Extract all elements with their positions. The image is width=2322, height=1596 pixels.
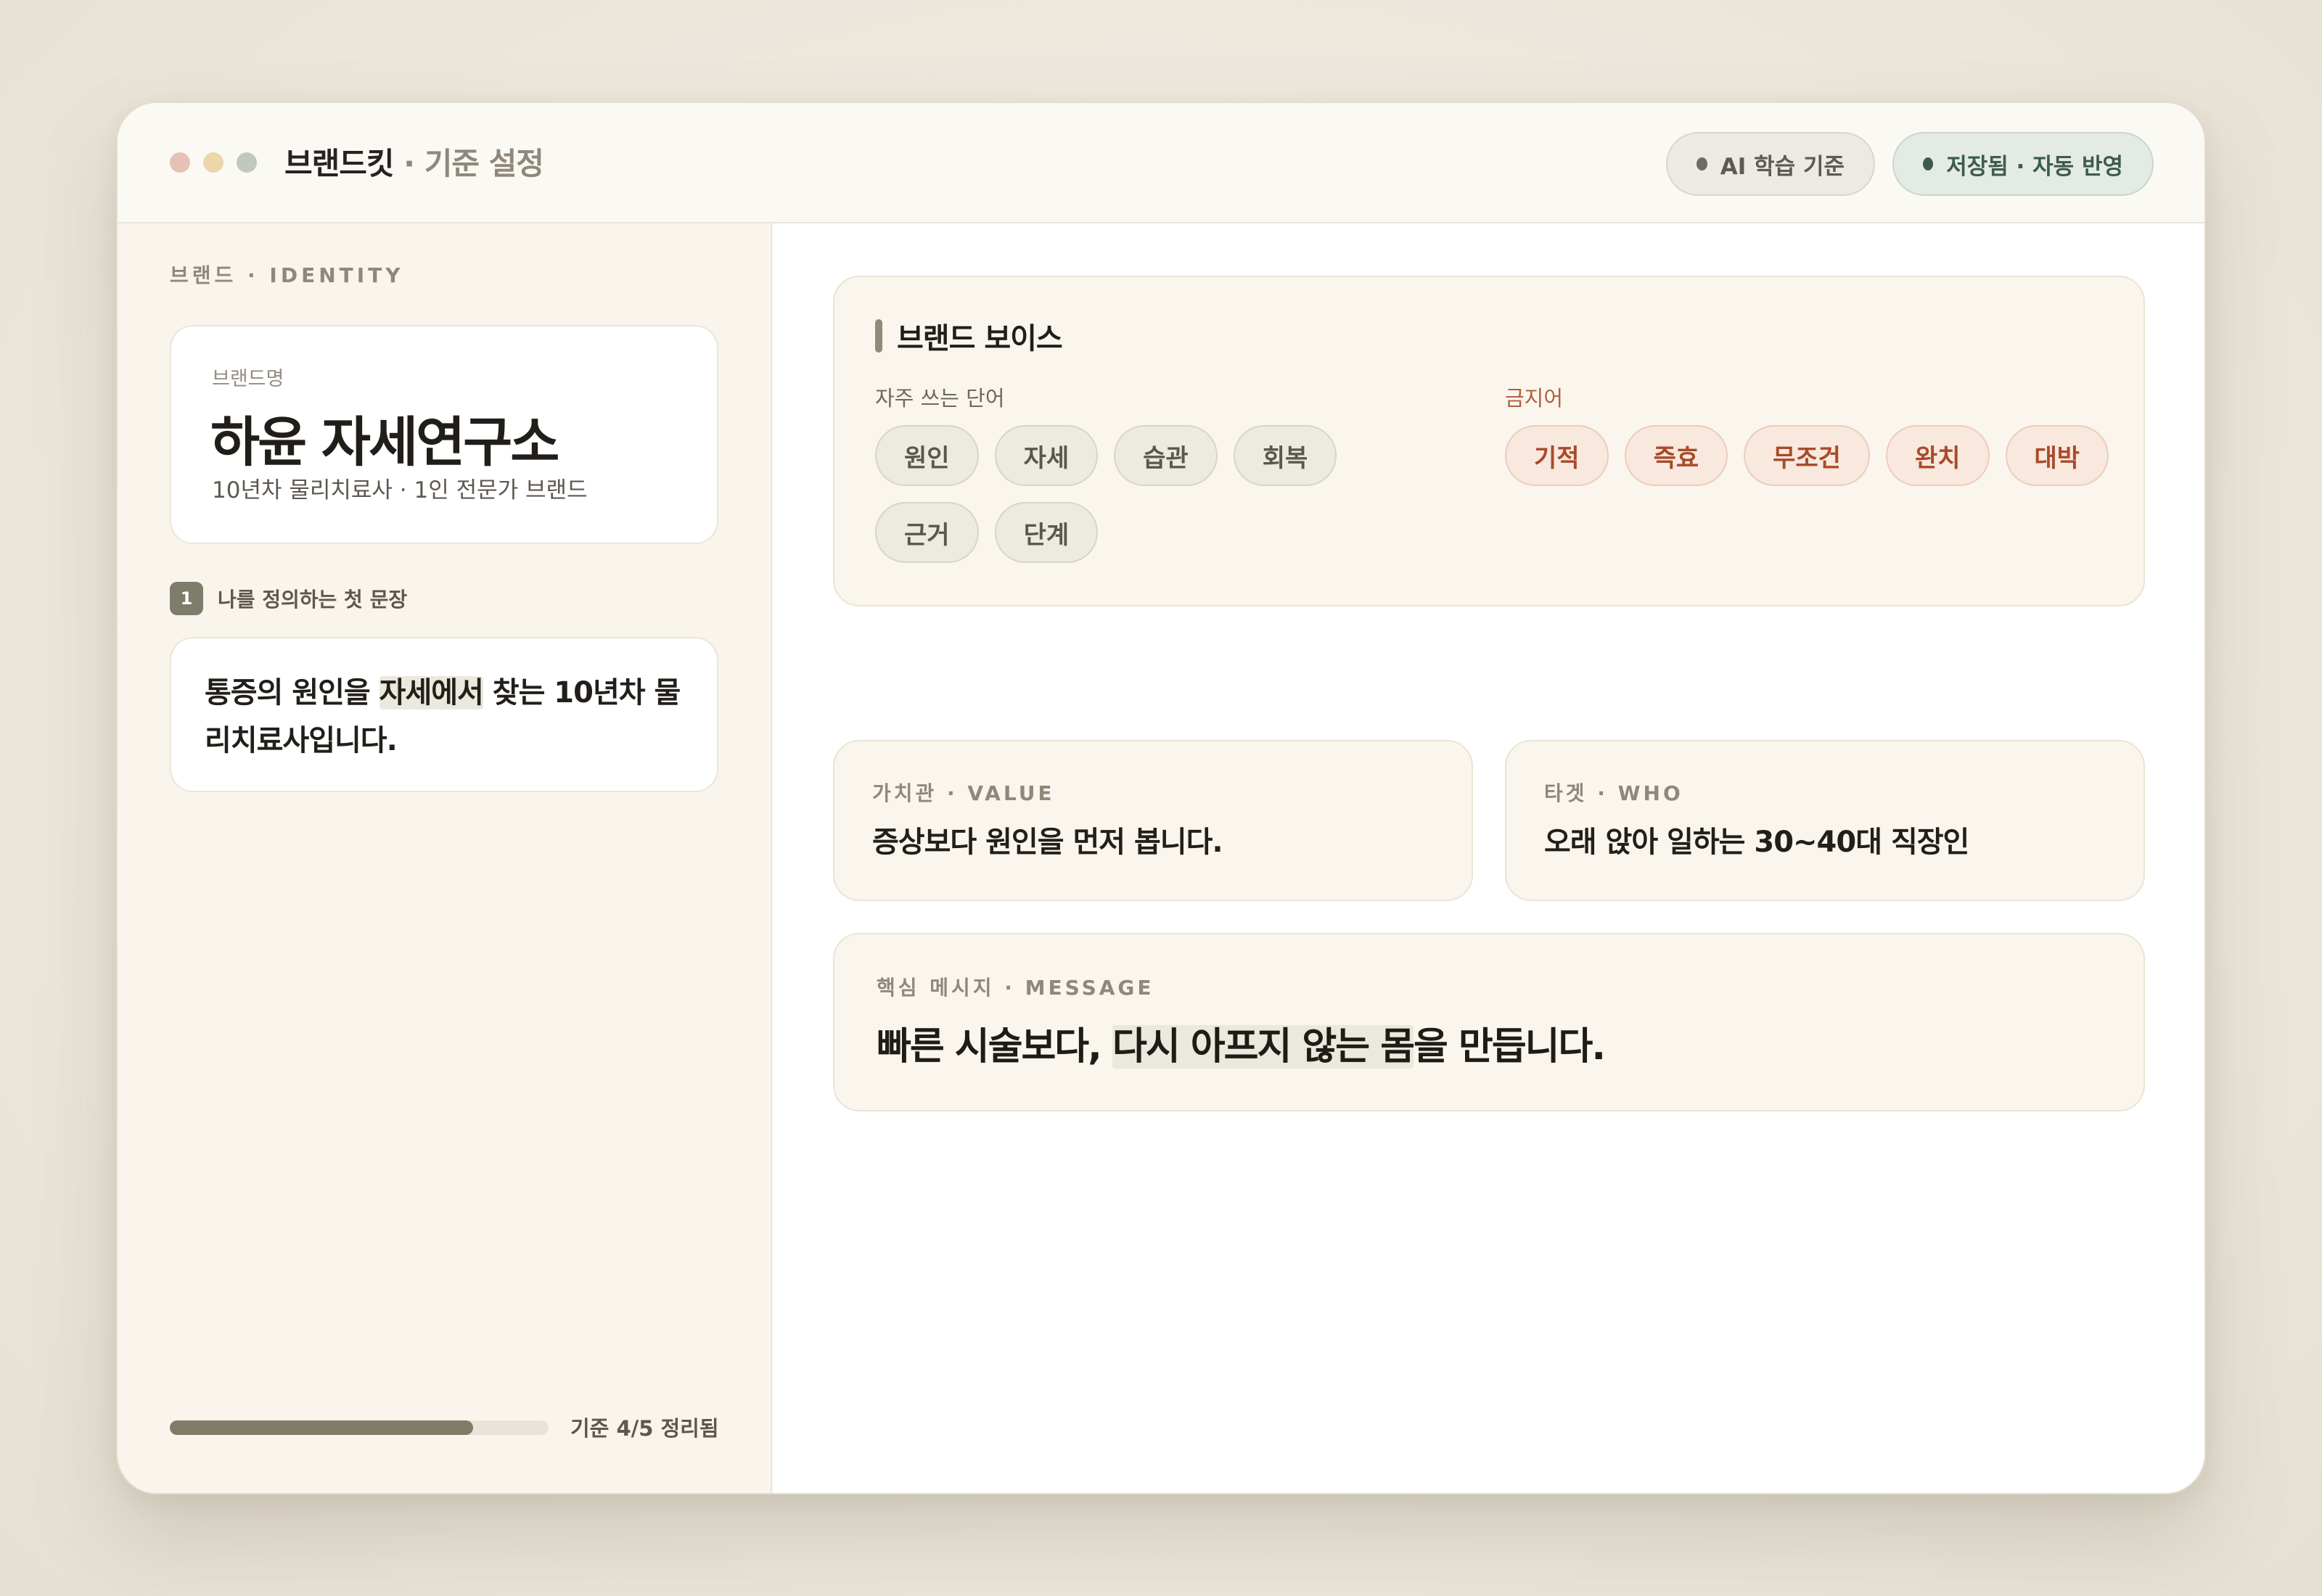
- target-label: 타겟 · WHO: [1544, 781, 1683, 805]
- frequent-word-chip[interactable]: 원인: [875, 425, 979, 486]
- app-title: 브랜드킷 · 기준 설정: [284, 139, 544, 184]
- frequent-word-chip[interactable]: 근거: [875, 502, 979, 563]
- banned-word-chip[interactable]: 즉효: [1624, 425, 1728, 486]
- frequent-word-chip[interactable]: 회복: [1233, 425, 1337, 486]
- accent-bar: [875, 319, 882, 353]
- brand-voice-header: 브랜드 보이스: [875, 315, 1063, 357]
- app-subtitle: · 기준 설정: [393, 146, 544, 181]
- sentence-highlight: 자세에서: [379, 676, 484, 709]
- banned-word-chip[interactable]: 기적: [1505, 425, 1609, 486]
- message-text-part: 을 만듭니다.: [1414, 1025, 1606, 1069]
- brand-description: 10년차 물리치료사 · 1인 전문가 브랜드: [212, 477, 588, 503]
- frequent-word-chip[interactable]: 습관: [1114, 425, 1218, 486]
- sidebar: 브랜드 · IDENTITY 브랜드명 하윤 자세연구소 10년차 물리치료사 …: [118, 223, 772, 1493]
- core-message-text: 빠른 시술보다, 다시 아프지 않는 몸을 만듭니다.: [877, 1016, 1606, 1070]
- brand-name: 하윤 자세연구소: [210, 411, 559, 474]
- step-number-badge: 1: [170, 582, 203, 615]
- maximize-window-button[interactable]: [237, 152, 257, 173]
- core-message-card[interactable]: 핵심 메시지 · MESSAGE 빠른 시술보다, 다시 아프지 않는 몸을 만…: [833, 933, 2145, 1111]
- value-label: 가치관 · VALUE: [872, 781, 1055, 805]
- status-dot-icon: [1697, 157, 1707, 170]
- definition-sentence-card[interactable]: 통증의 원인을 자세에서 찾는 10년차 물리치료사입니다.: [170, 637, 718, 792]
- banned-word-chip[interactable]: 대박: [2005, 425, 2109, 486]
- close-window-button[interactable]: [170, 152, 190, 173]
- saved-status-label: 저장됨 · 자동 반영: [1946, 153, 2123, 180]
- title-bar: 브랜드킷 · 기준 설정 AI 학습 기준 저장됨 · 자동 반영: [118, 103, 2204, 223]
- banned-words-list: 기적 즉효 무조건 완치 대박: [1505, 425, 2129, 486]
- progress-text: 기준 4/5 정리됨: [570, 1416, 719, 1441]
- frequent-words-list: 원인 자세 습관 회복 근거 단계: [875, 425, 1456, 563]
- target-card[interactable]: 타겟 · WHO 오래 앉아 일하는 30~40대 직장인: [1505, 740, 2145, 901]
- frequent-word-chip[interactable]: 단계: [994, 502, 1099, 563]
- brand-voice-panel: 브랜드 보이스 자주 쓰는 단어 금지어 원인 자세 습관 회복 근거 단계 기…: [833, 276, 2145, 606]
- brand-name-label: 브랜드명: [212, 368, 284, 390]
- minimize-window-button[interactable]: [203, 152, 223, 173]
- frequent-word-chip[interactable]: 자세: [994, 425, 1099, 486]
- banned-word-chip[interactable]: 무조건: [1744, 425, 1870, 486]
- brand-voice-title: 브랜드 보이스: [897, 322, 1063, 355]
- brand-name-card[interactable]: 브랜드명 하윤 자세연구소 10년차 물리치료사 · 1인 전문가 브랜드: [170, 325, 718, 544]
- value-card[interactable]: 가치관 · VALUE 증상보다 원인을 먼저 봅니다.: [833, 740, 1473, 901]
- main-content: 브랜드 보이스 자주 쓰는 단어 금지어 원인 자세 습관 회복 근거 단계 기…: [774, 223, 2204, 1493]
- target-text: 오래 앉아 일하는 30~40대 직장인: [1544, 826, 1969, 859]
- banned-word-chip[interactable]: 완치: [1885, 425, 1990, 486]
- progress-bar: [170, 1420, 549, 1435]
- sidebar-section-label: 브랜드 · IDENTITY: [170, 263, 404, 287]
- sentence-text: 통증의 원인을: [205, 676, 380, 709]
- message-highlight: 다시 아프지 않는 몸: [1112, 1025, 1415, 1069]
- frequent-words-label: 자주 쓰는 단어: [875, 386, 1005, 411]
- definition-sentence: 통증의 원인을 자세에서 찾는 10년차 물리치료사입니다.: [205, 669, 698, 765]
- banned-words-label: 금지어: [1505, 386, 1564, 411]
- ai-learning-badge[interactable]: AI 학습 기준: [1666, 132, 1875, 196]
- app-window: 브랜드킷 · 기준 설정 AI 학습 기준 저장됨 · 자동 반영 브랜드 · …: [116, 102, 2206, 1494]
- saved-status-badge[interactable]: 저장됨 · 자동 반영: [1892, 132, 2154, 196]
- progress-fill: [170, 1420, 473, 1435]
- window-controls: [170, 152, 257, 173]
- step-label: 나를 정의하는 첫 문장: [218, 588, 408, 612]
- status-dot-icon: [1923, 157, 1934, 170]
- app-name: 브랜드킷: [284, 146, 395, 181]
- ai-learning-label: AI 학습 기준: [1720, 153, 1845, 180]
- value-text: 증상보다 원인을 먼저 봅니다.: [872, 826, 1223, 859]
- step-header: 1 나를 정의하는 첫 문장: [170, 582, 407, 615]
- message-text-part: 빠른 시술보다,: [877, 1025, 1113, 1069]
- core-message-label: 핵심 메시지 · MESSAGE: [877, 976, 1154, 1000]
